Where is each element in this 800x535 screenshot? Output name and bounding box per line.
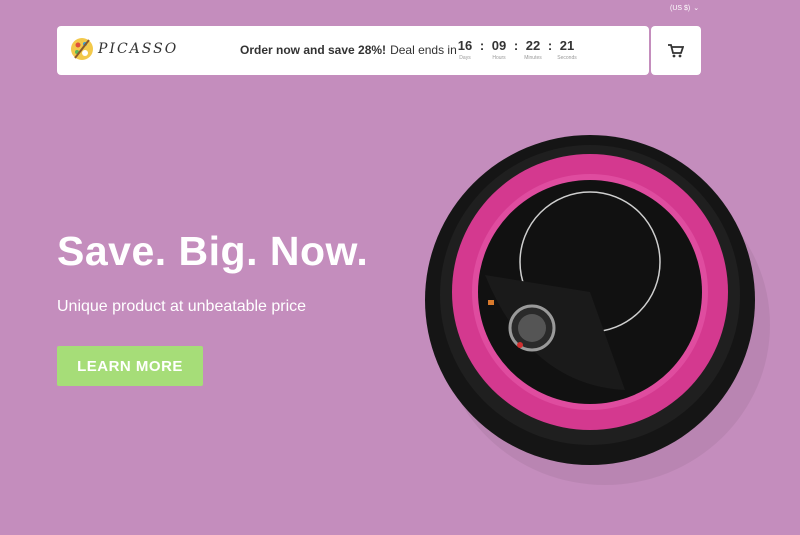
cart-button[interactable] xyxy=(651,26,701,75)
hero-subtitle: Unique product at unbeatable price xyxy=(57,298,307,315)
countdown-minutes: 22 Minutes xyxy=(521,38,545,62)
chevron-down-icon: ⌄ xyxy=(693,5,700,12)
promo-message: Order now and save 28%! Deal ends in xyxy=(240,43,457,57)
top-bar: PICASSO Order now and save 28%! Deal end… xyxy=(57,26,649,75)
countdown-label: Minutes xyxy=(524,55,542,61)
countdown-label: Days xyxy=(459,55,471,61)
cart-icon xyxy=(668,43,684,57)
currency-selector[interactable]: (US $) ⌄ xyxy=(670,5,699,12)
countdown-separator: : xyxy=(479,38,485,53)
countdown-separator: : xyxy=(547,38,553,53)
countdown-value: 22 xyxy=(525,38,541,53)
countdown-hours: 09 Hours xyxy=(487,38,511,62)
logo-text: PICASSO xyxy=(98,41,179,57)
logo[interactable]: PICASSO xyxy=(69,36,178,62)
currency-label: (US $) xyxy=(670,5,691,12)
hero-title: Save. Big. Now. xyxy=(57,228,369,274)
countdown-value: 21 xyxy=(559,38,575,53)
robot-vacuum-image xyxy=(425,135,770,485)
countdown-seconds: 21 Seconds xyxy=(555,38,579,62)
countdown-value: 16 xyxy=(457,38,473,53)
countdown-value: 09 xyxy=(491,38,507,53)
palette-icon xyxy=(71,38,93,60)
countdown-separator: : xyxy=(513,38,519,53)
countdown-timer: 16 Days : 09 Hours : 22 Minutes : 21 Sec… xyxy=(453,38,579,62)
countdown-label: Hours xyxy=(492,55,506,61)
countdown-label: Seconds xyxy=(557,55,577,61)
promo-bold: Order now and save 28%! xyxy=(240,43,387,57)
countdown-days: 16 Days xyxy=(453,38,477,62)
learn-more-button[interactable]: LEARN MORE xyxy=(57,346,203,386)
promo-deal-text: Deal ends in xyxy=(390,43,457,57)
